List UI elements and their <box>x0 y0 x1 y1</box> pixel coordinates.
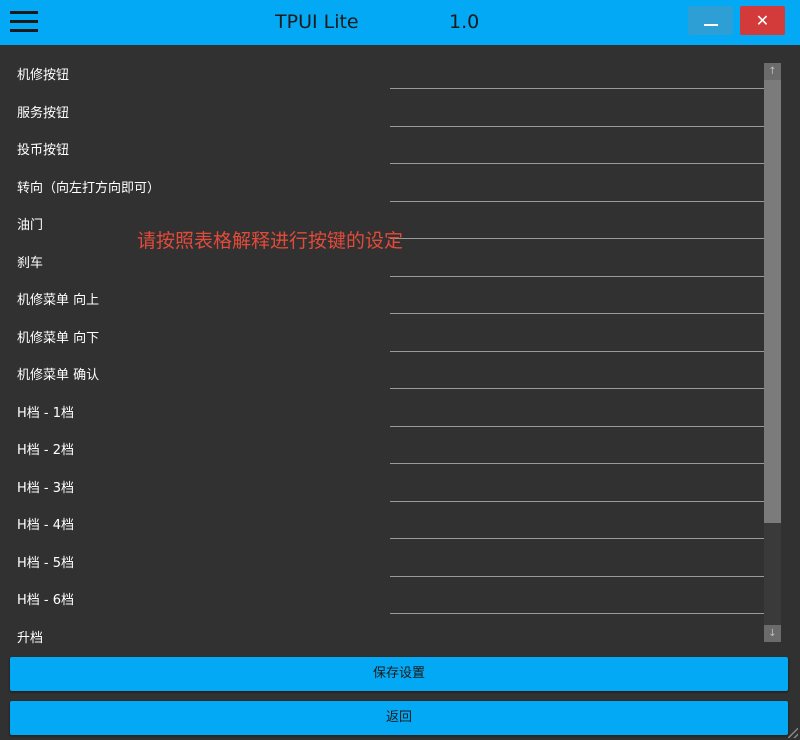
key-binding-label: 机修菜单 确认 <box>17 368 100 383</box>
key-binding-list[interactable]: 机修按钮服务按钮投币按钮转向（向左打方向即可） 油门刹车机修菜单 向上 机修菜单 向… <box>0 45 800 645</box>
key-binding-label: 油门 <box>17 218 44 233</box>
app-title: TPUI Lite <box>275 11 359 33</box>
key-binding-row: 机修菜单 向上 <box>0 270 770 314</box>
key-binding-label: H档 - 5档 <box>17 555 75 571</box>
key-binding-row: 机修菜单 确认 <box>0 345 770 389</box>
key-binding-row: H档 - 5档 <box>0 533 770 577</box>
app-version: 1.0 <box>449 11 480 33</box>
key-binding-label: 机修菜单 向下 <box>17 330 100 346</box>
hint-text: 请按照表格解释进行按键的设定 <box>137 230 404 252</box>
key-binding-label: H档 - 4档 <box>17 518 75 533</box>
arrow-up-icon: ↑ <box>768 66 777 77</box>
scrollbar-thumb[interactable] <box>764 80 781 523</box>
key-binding-label: H档 - 6档 <box>17 593 75 608</box>
key-binding-row: 升档 <box>0 608 770 646</box>
close-icon: ✕ <box>755 11 770 30</box>
key-binding-row: 服务按钮 <box>0 83 770 127</box>
key-binding-row: H档 - 1档 <box>0 383 770 427</box>
arrow-down-icon: ↓ <box>768 628 777 639</box>
scroll-up-button[interactable]: ↑ <box>764 63 781 80</box>
key-binding-row: H档 - 4档 <box>0 495 770 539</box>
key-binding-row: 机修菜单 向下 <box>0 308 770 352</box>
key-binding-label: 投币按钮 <box>17 143 70 158</box>
close-button[interactable]: ✕ <box>740 6 785 35</box>
key-binding-label: 刹车 <box>17 255 44 271</box>
title-bar: TPUI Lite 1.0 ✕ <box>0 0 800 45</box>
key-binding-row: H档 - 2档 <box>0 420 770 464</box>
scroll-down-button[interactable]: ↓ <box>764 625 781 642</box>
key-binding-label: 转向（向左打方向即可） <box>17 180 161 196</box>
hamburger-menu-icon[interactable] <box>10 10 38 34</box>
back-button[interactable]: 返回 <box>10 701 788 735</box>
key-binding-row: H档 - 6档 <box>0 570 770 614</box>
key-binding-row: 机修按钮 <box>0 45 770 89</box>
key-binding-label: 机修按钮 <box>17 68 70 83</box>
key-binding-label: H档 - 1档 <box>17 405 75 421</box>
key-binding-row: H档 - 3档 <box>0 458 770 502</box>
resize-grip-icon[interactable] <box>788 728 798 738</box>
key-binding-label: H档 - 3档 <box>17 480 75 496</box>
key-binding-label: H档 - 2档 <box>17 443 75 458</box>
key-binding-input[interactable] <box>390 615 764 645</box>
key-binding-row: 转向（向左打方向即可） <box>0 158 770 202</box>
key-binding-label: 服务按钮 <box>17 105 70 121</box>
save-settings-button[interactable]: 保存设置 <box>10 657 788 691</box>
minimize-button[interactable] <box>688 6 733 35</box>
key-binding-label: 机修菜单 向上 <box>17 293 100 308</box>
key-binding-label: 升档 <box>17 630 44 646</box>
key-binding-row: 投币按钮 <box>0 120 770 164</box>
